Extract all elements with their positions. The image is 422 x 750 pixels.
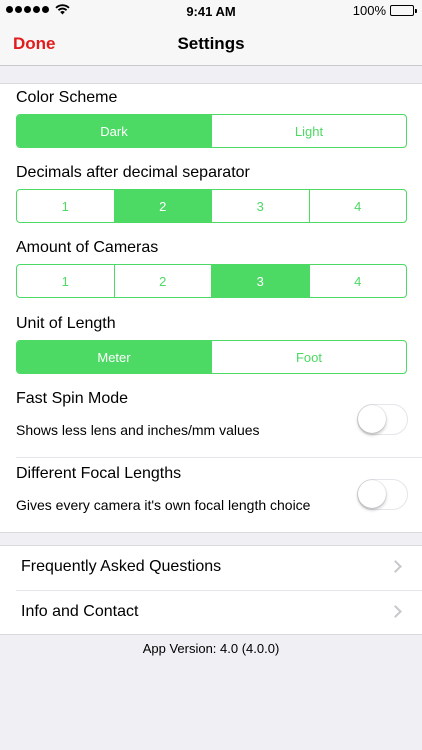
divider	[16, 457, 422, 458]
toggle-knob	[358, 480, 386, 508]
faq-row[interactable]: Frequently Asked Questions	[0, 546, 422, 590]
navigation-bar: Done Settings	[0, 22, 422, 66]
battery-percentage: 100%	[352, 3, 386, 18]
focal-lengths-description: Gives every camera it's own focal length…	[16, 497, 311, 513]
cameras-option-4[interactable]: 4	[310, 265, 407, 297]
decimals-option-4[interactable]: 4	[310, 190, 407, 222]
unit-option-foot[interactable]: Foot	[212, 341, 406, 373]
status-bar: 9:41 AM 100%	[0, 0, 422, 22]
fast-spin-label: Fast Spin Mode	[16, 390, 129, 407]
app-version: App Version: 4.0 (4.0.0)	[142, 641, 280, 656]
color-scheme-option-dark[interactable]: Dark	[17, 115, 212, 147]
unit-label: Unit of Length	[16, 315, 116, 332]
unit-control: Meter Foot	[16, 340, 407, 374]
unit-option-meter[interactable]: Meter	[17, 341, 212, 373]
cameras-option-2[interactable]: 2	[115, 265, 212, 297]
cameras-option-1[interactable]: 1	[17, 265, 115, 297]
status-right: 100%	[352, 3, 417, 18]
decimals-label: Decimals after decimal separator	[16, 164, 250, 181]
chevron-right-icon	[389, 605, 402, 618]
focal-lengths-label: Different Focal Lengths	[16, 465, 182, 482]
focal-lengths-toggle[interactable]	[357, 479, 408, 510]
links-group: Frequently Asked Questions Info and Cont…	[0, 545, 422, 635]
settings-group: Color Scheme Dark Light Decimals after d…	[0, 83, 422, 533]
decimals-control: 1 2 3 4	[16, 189, 407, 223]
fast-spin-description: Shows less lens and inches/mm values	[16, 422, 260, 438]
decimals-option-1[interactable]: 1	[17, 190, 115, 222]
cameras-label: Amount of Cameras	[16, 239, 159, 256]
color-scheme-control: Dark Light	[16, 114, 407, 148]
color-scheme-option-light[interactable]: Light	[212, 115, 406, 147]
fast-spin-toggle[interactable]	[357, 404, 408, 435]
decimals-option-2[interactable]: 2	[114, 190, 212, 222]
battery-icon	[390, 5, 417, 16]
info-contact-row[interactable]: Info and Contact	[0, 591, 422, 635]
info-contact-label: Info and Contact	[21, 603, 139, 620]
color-scheme-label: Color Scheme	[16, 89, 118, 106]
chevron-right-icon	[389, 560, 402, 573]
faq-label: Frequently Asked Questions	[21, 558, 222, 575]
toggle-knob	[358, 405, 386, 433]
cameras-option-3[interactable]: 3	[212, 265, 310, 297]
decimals-option-3[interactable]: 3	[212, 190, 310, 222]
page-title: Settings	[177, 34, 245, 53]
cameras-control: 1 2 3 4	[16, 264, 407, 298]
